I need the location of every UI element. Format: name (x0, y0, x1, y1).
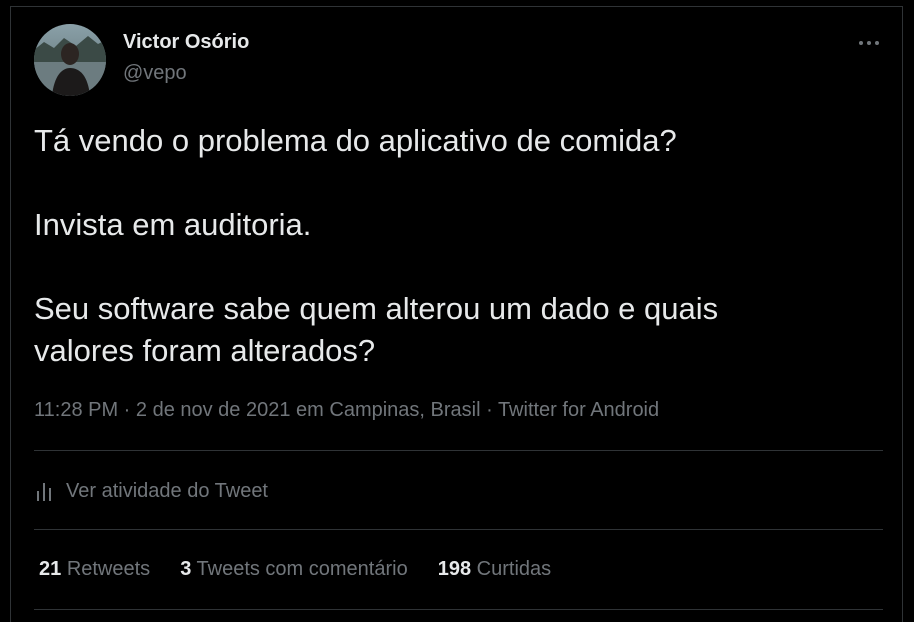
tweet-activity-label: Ver atividade do Tweet (66, 479, 268, 502)
avatar[interactable] (34, 24, 106, 96)
tweet-text-line-2: Invista em auditoria. (34, 207, 312, 242)
retweets-label: Retweets (66, 558, 151, 580)
retweets-stat[interactable]: 21 Retweets (39, 558, 150, 581)
divider (34, 609, 883, 610)
tweet-timestamp[interactable]: 11:28 PM · 2 de nov de 2021 em Campinas,… (34, 399, 659, 422)
more-options-icon[interactable] (854, 32, 884, 54)
analytics-icon (37, 483, 51, 501)
likes-label: Curtidas (476, 558, 552, 580)
tweet-text-line-1: Tá vendo o problema do aplicativo de com… (34, 123, 677, 158)
author-name[interactable]: Victor Osório (123, 31, 249, 54)
avatar-photo (34, 24, 106, 96)
tweet-text-line-3: Seu software sabe quem alterou um dado e… (34, 291, 719, 326)
divider (34, 529, 883, 530)
quote-tweets-label: Tweets com comentário (196, 558, 408, 580)
likes-count: 198 (437, 558, 472, 580)
tweet-text-line-4: valores foram alterados? (34, 333, 376, 368)
quote-tweets-count: 3 (180, 558, 192, 580)
tweet-activity-button[interactable]: Ver atividade do Tweet (34, 476, 268, 506)
divider (34, 450, 883, 451)
tweet-stats: 21 Retweets 3 Tweets com comentário 198 … (39, 558, 551, 581)
likes-stat[interactable]: 198 Curtidas (438, 558, 551, 581)
author-handle[interactable]: @vepo (123, 62, 187, 85)
quote-tweets-stat[interactable]: 3 Tweets com comentário (180, 558, 408, 581)
retweets-count: 21 (39, 558, 62, 580)
